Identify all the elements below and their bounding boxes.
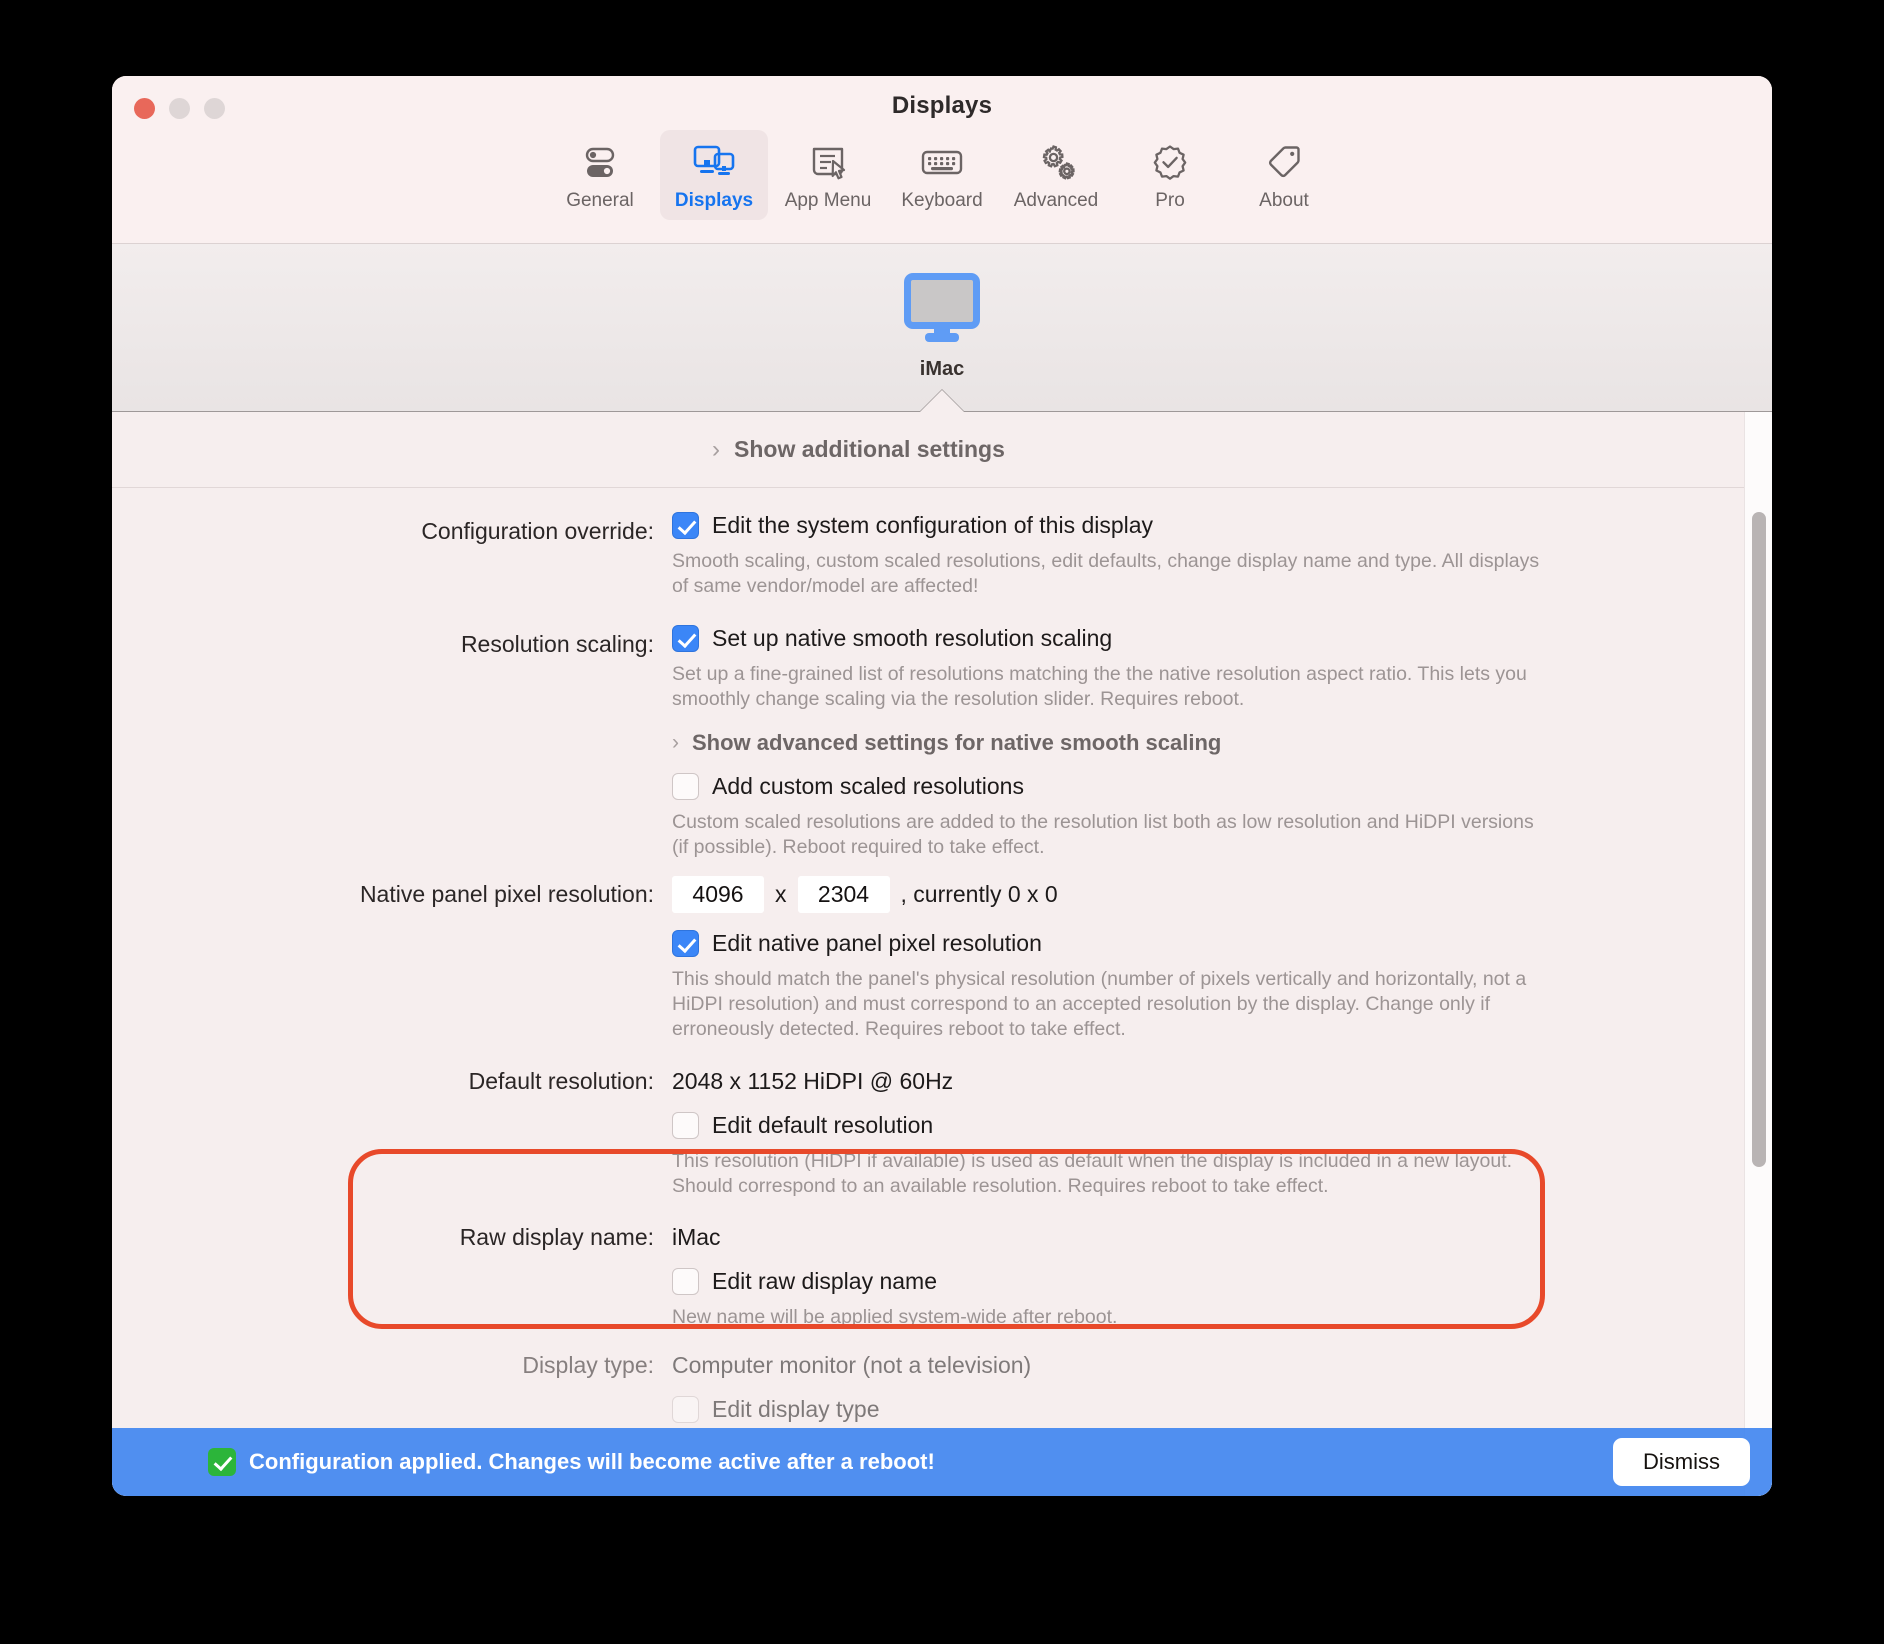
raw-display-name-label: Raw display name: — [459, 1224, 654, 1251]
show-advanced-smooth-scaling-row[interactable]: › Show advanced settings for native smoo… — [672, 730, 1732, 756]
row-resolution-scaling: Resolution scaling: Set up native smooth… — [112, 624, 1772, 860]
tab-app-menu[interactable]: App Menu — [774, 130, 882, 220]
show-additional-settings-label: Show additional settings — [734, 436, 1005, 462]
resolution-scaling-checkbox[interactable] — [672, 624, 699, 652]
configuration-override-checkline[interactable]: Edit the system configuration of this di… — [672, 512, 1732, 539]
native-panel-height-input[interactable]: 2304 — [797, 875, 890, 913]
displays-preferences-window: Displays General Displays App Menu Keybo… — [112, 76, 1772, 1496]
native-panel-width-input[interactable]: 4096 — [672, 875, 764, 913]
gears-icon — [1033, 140, 1079, 184]
display-selector-strip: iMac — [112, 244, 1772, 412]
row-configuration-override: Configuration override: Edit the system … — [112, 512, 1772, 599]
edit-native-panel-label: Edit native panel pixel resolution — [712, 929, 1042, 956]
edit-default-resolution-label: Edit default resolution — [712, 1111, 934, 1138]
edit-native-panel-checkbox[interactable] — [672, 929, 699, 957]
display-type-label: Display type: — [522, 1352, 654, 1379]
show-advanced-smooth-scaling-label: Show advanced settings for native smooth… — [692, 729, 1222, 755]
tab-general-label: General — [566, 190, 634, 211]
tab-keyboard[interactable]: Keyboard — [888, 130, 996, 220]
raw-display-name-hint: New name will be applied system-wide aft… — [672, 1306, 1118, 1329]
native-panel-hint: This should match the panel's physical r… — [672, 967, 1527, 1040]
menu-cursor-icon — [807, 140, 849, 184]
edit-default-resolution-checkline[interactable]: Edit default resolution — [672, 1111, 1732, 1139]
native-panel-current-value: , currently 0 x 0 — [900, 880, 1058, 907]
edit-raw-display-name-label: Edit raw display name — [712, 1268, 937, 1295]
native-panel-resolution-label: Native panel pixel resolution: — [359, 880, 654, 907]
display-item-imac[interactable]: iMac — [900, 269, 984, 381]
resolution-scaling-hint: Set up a fine-grained list of resolution… — [672, 662, 1527, 710]
tab-about-label: About — [1259, 190, 1309, 211]
toolbar-tabs: General Displays App Menu Keyboard Advan… — [112, 130, 1772, 220]
display-type-value: Computer monitor (not a television) — [672, 1352, 1032, 1379]
display-name-label: iMac — [919, 357, 965, 380]
raw-display-name-value: iMac — [672, 1224, 721, 1251]
configuration-override-hint: Smooth scaling, custom scaled resolution… — [672, 550, 1540, 597]
settings-scrollbar[interactable] — [1744, 412, 1772, 1496]
chevron-right-icon: › — [712, 435, 720, 463]
edit-display-type-label: Edit display type — [712, 1396, 880, 1423]
dismiss-button[interactable]: Dismiss — [1613, 1438, 1750, 1486]
default-resolution-value: 2048 x 1152 HiDPI @ 60Hz — [672, 1067, 954, 1094]
edit-default-resolution-checkbox[interactable] — [672, 1111, 699, 1139]
toggles-icon — [579, 140, 621, 184]
resolution-scaling-checkline[interactable]: Set up native smooth resolution scaling — [672, 624, 1732, 652]
row-native-panel-resolution: Native panel pixel resolution: 4096 x 23… — [112, 875, 1772, 1042]
tab-displays-label: Displays — [674, 190, 754, 211]
green-check-icon — [208, 1448, 236, 1476]
native-panel-resolution-fields: 4096 x 2304 , currently 0 x 0 — [672, 875, 1732, 913]
scrollbar-thumb[interactable] — [1752, 512, 1766, 1167]
resolution-scaling-checkbox-label: Set up native smooth resolution scaling — [712, 624, 1113, 651]
resolution-scaling-label: Resolution scaling: — [460, 630, 654, 657]
default-resolution-label: Default resolution: — [468, 1067, 654, 1094]
tab-app-menu-label: App Menu — [784, 190, 872, 211]
tab-displays[interactable]: Displays — [660, 130, 768, 220]
resolution-separator: x — [775, 880, 787, 907]
keyboard-icon — [919, 140, 965, 184]
add-custom-resolutions-checkline[interactable]: Add custom scaled resolutions — [672, 772, 1732, 800]
seal-check-icon — [1149, 140, 1191, 184]
tab-advanced[interactable]: Advanced — [1002, 130, 1110, 220]
title-bar: Displays General Displays App Menu Keybo… — [112, 76, 1772, 244]
window-title: Displays — [891, 92, 993, 119]
tab-advanced-label: Advanced — [1013, 190, 1099, 211]
edit-raw-display-name-checkbox[interactable] — [672, 1268, 699, 1296]
tag-icon — [1263, 140, 1305, 184]
tab-about[interactable]: About — [1230, 130, 1338, 220]
default-resolution-hint: This resolution (HiDPI if available) is … — [672, 1149, 1513, 1197]
row-default-resolution: Default resolution: 2048 x 1152 HiDPI @ … — [112, 1068, 1772, 1199]
add-custom-resolutions-label: Add custom scaled resolutions — [712, 772, 1024, 799]
selected-display-pointer — [920, 390, 964, 412]
status-banner-text: Configuration applied. Changes will beco… — [249, 1449, 935, 1474]
displays-icon — [691, 140, 737, 184]
status-banner: Configuration applied. Changes will beco… — [112, 1428, 1772, 1496]
add-custom-resolutions-hint: Custom scaled resolutions are added to t… — [672, 810, 1534, 858]
configuration-override-label: Configuration override: — [421, 518, 654, 544]
settings-list: Configuration override: Edit the system … — [112, 488, 1772, 1424]
tab-pro-label: Pro — [1155, 190, 1185, 211]
settings-content: › Show additional settings Configuration… — [112, 412, 1772, 1496]
status-banner-message: Configuration applied. Changes will beco… — [208, 1448, 1613, 1476]
edit-display-type-checkbox[interactable] — [672, 1396, 699, 1424]
show-additional-settings-row[interactable]: › Show additional settings — [112, 412, 1772, 488]
edit-raw-display-name-checkline[interactable]: Edit raw display name — [672, 1268, 1732, 1296]
imac-monitor-icon — [900, 269, 984, 350]
edit-display-type-checkline[interactable]: Edit display type — [672, 1396, 1732, 1424]
configuration-override-checkbox-label: Edit the system configuration of this di… — [712, 512, 1154, 538]
tab-pro[interactable]: Pro — [1116, 130, 1224, 220]
add-custom-resolutions-checkbox[interactable] — [672, 772, 699, 800]
row-display-type: Display type: Computer monitor (not a te… — [112, 1352, 1772, 1424]
tab-general[interactable]: General — [546, 130, 654, 220]
configuration-override-checkbox[interactable] — [672, 512, 699, 539]
tab-keyboard-label: Keyboard — [901, 190, 983, 211]
edit-native-panel-checkline[interactable]: Edit native panel pixel resolution — [672, 929, 1732, 957]
row-raw-display-name: Raw display name: iMac Edit raw display … — [112, 1224, 1772, 1330]
chevron-right-icon: › — [672, 731, 679, 755]
